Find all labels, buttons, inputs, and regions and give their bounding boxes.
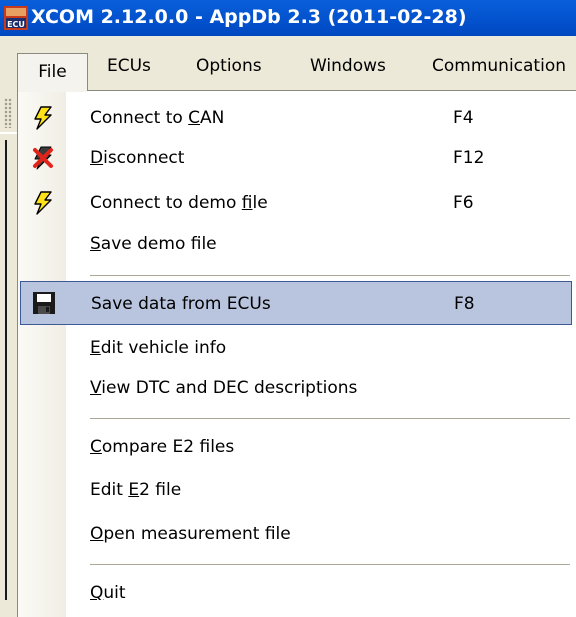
shortcut-label: F8 (454, 294, 475, 314)
shortcut-label: F6 (453, 193, 474, 213)
menu-separator (90, 275, 570, 276)
toolbar-grip[interactable] (4, 98, 12, 128)
lightning-bolt-icon (34, 106, 52, 130)
menu-windows[interactable]: Windows (310, 51, 386, 81)
title-bar: ECU XCOM 2.12.0.0 - AppDb 2.3 (2011-02-2… (0, 0, 576, 36)
menu-tab-join (18, 90, 87, 92)
menu-item-compare-e2-files[interactable]: Compare E2 files (18, 425, 576, 469)
disconnect-red-x-icon (33, 146, 53, 170)
menu-item-label: Edit E2 file (90, 480, 182, 500)
menu-separator (90, 418, 570, 419)
menu-item-connect-to-can[interactable]: Connect to CAN F4 (18, 96, 576, 140)
menu-item-save-demo-file[interactable]: Save demo file (18, 222, 576, 266)
menu-item-view-dtc-dec[interactable]: View DTC and DEC descriptions (18, 366, 576, 410)
shortcut-label: F4 (453, 108, 474, 128)
menu-item-label: Connect to CAN (90, 108, 225, 128)
menu-item-save-data-from-ecus[interactable]: Save data from ECUs F8 (20, 281, 572, 325)
menu-item-edit-e2-file[interactable]: Edit E2 file (18, 468, 576, 512)
floppy-disk-icon (33, 292, 55, 314)
menu-separator (90, 564, 570, 565)
toolbar-divider (0, 132, 17, 134)
ecu-app-icon: ECU (4, 6, 28, 30)
menu-item-label: Open measurement file (90, 524, 291, 544)
menu-item-label: Save data from ECUs (91, 294, 271, 314)
left-toolbar-strip (0, 95, 17, 617)
menu-file[interactable]: File (17, 53, 88, 91)
menu-item-label: Quit (90, 583, 126, 603)
menu-item-quit[interactable]: Quit (18, 571, 576, 615)
menu-item-open-measurement-file[interactable]: Open measurement file (18, 512, 576, 556)
menu-item-label: Connect to demo file (90, 193, 268, 213)
menu-communication[interactable]: Communication (432, 51, 566, 81)
menu-item-connect-demo-file[interactable]: Connect to demo file F6 (18, 181, 576, 225)
ecu-icon-text: ECU (7, 20, 25, 29)
menu-options[interactable]: Options (196, 51, 262, 81)
menu-item-edit-vehicle-info[interactable]: Edit vehicle info (18, 326, 576, 370)
menu-item-label: Compare E2 files (90, 437, 235, 457)
menu-item-label: View DTC and DEC descriptions (90, 378, 358, 398)
menu-item-disconnect[interactable]: Disconnect F12 (18, 136, 576, 180)
menu-ecus[interactable]: ECUs (107, 51, 151, 81)
menu-item-label: Save demo file (90, 234, 217, 254)
shortcut-label: F12 (453, 148, 485, 168)
menu-item-label: Disconnect (90, 148, 185, 168)
window-title: XCOM 2.12.0.0 - AppDb 2.3 (2011-02-28) (31, 6, 467, 28)
menu-item-label: Edit vehicle info (90, 338, 227, 358)
window-edge-line (5, 140, 7, 600)
lightning-bolt-icon (34, 191, 52, 215)
